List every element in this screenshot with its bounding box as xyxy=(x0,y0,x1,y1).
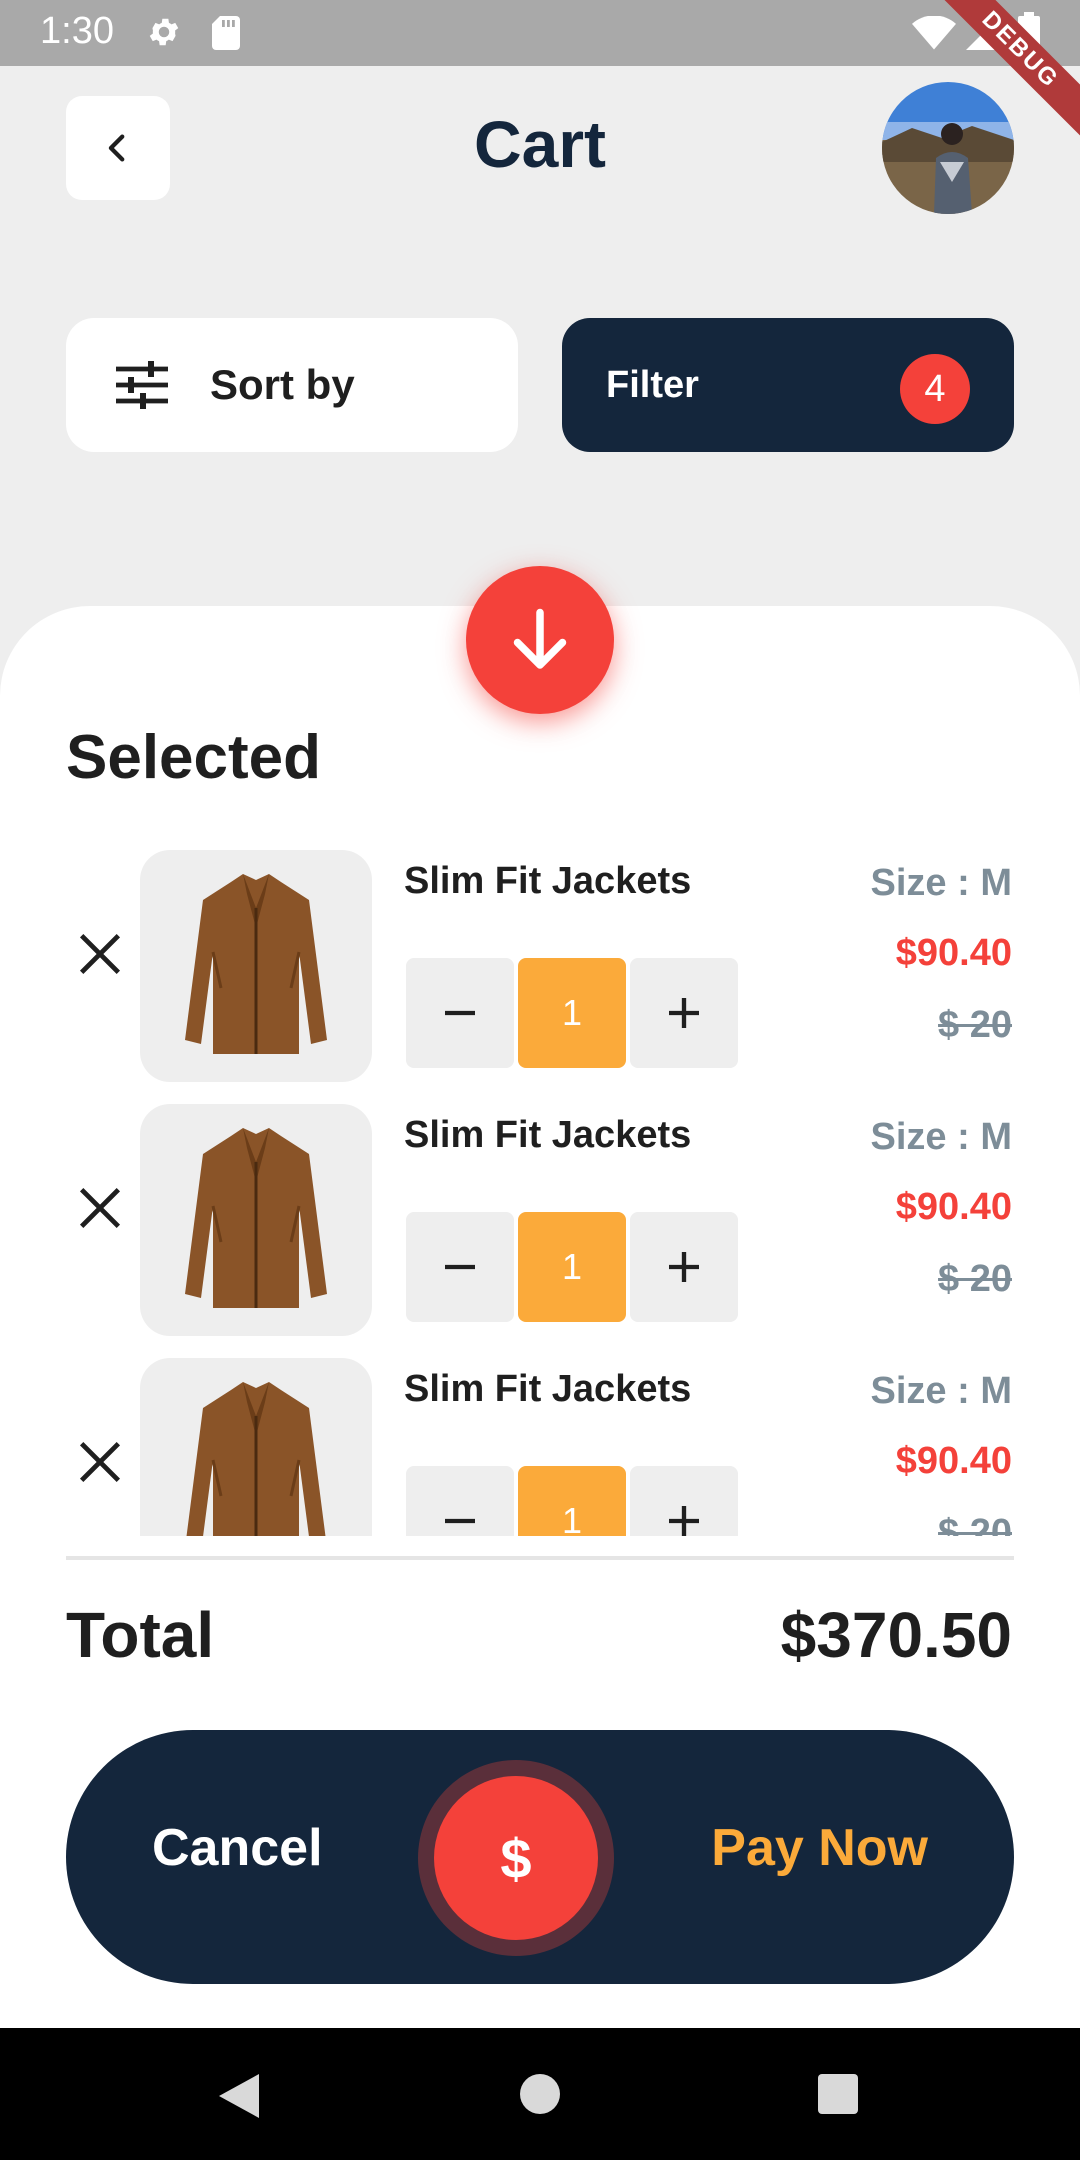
product-image xyxy=(140,850,372,1082)
filter-count-badge: 4 xyxy=(900,354,970,424)
status-bar: 1:30 xyxy=(0,0,1080,66)
jacket-icon xyxy=(186,1382,326,1536)
filter-label: Filter xyxy=(606,363,699,406)
increment-button[interactable] xyxy=(630,1466,738,1536)
item-name: Slim Fit Jackets xyxy=(404,860,692,902)
pay-slider-handle[interactable]: $ xyxy=(434,1776,598,1940)
pay-now-button[interactable]: Pay Now xyxy=(711,1818,928,1878)
cart-item-list[interactable]: Slim Fit Jackets 1 Size : M $90.40 $ 20 … xyxy=(0,840,1080,1536)
item-price: $90.40 xyxy=(895,932,1012,974)
decrement-button[interactable] xyxy=(406,1212,514,1322)
minus-icon xyxy=(445,1010,475,1016)
jacket-icon xyxy=(185,1128,327,1308)
quantity-value: 1 xyxy=(518,958,626,1068)
item-old-price: $ 20 xyxy=(938,1258,1012,1300)
collapse-button[interactable] xyxy=(466,566,614,714)
item-price: $90.40 xyxy=(895,1186,1012,1228)
cart-item: Slim Fit Jackets 1 Size : M $90.40 $ 20 xyxy=(0,1094,1080,1336)
avatar-photo-icon xyxy=(882,82,1014,214)
item-old-price: $ 20 xyxy=(938,1512,1012,1536)
product-image xyxy=(140,1358,372,1536)
item-size: Size : M xyxy=(870,1370,1012,1412)
nav-back-icon[interactable] xyxy=(218,2074,260,2118)
sliders-icon xyxy=(116,361,168,409)
quantity-value: 1 xyxy=(518,1212,626,1322)
payment-bar: Cancel $ Pay Now xyxy=(66,1730,1014,1984)
close-icon[interactable] xyxy=(78,1440,122,1484)
wifi-icon xyxy=(912,16,956,50)
total-value: $370.50 xyxy=(780,1599,1012,1671)
section-title: Selected xyxy=(66,723,322,792)
filter-button[interactable]: Filter 4 xyxy=(562,318,1014,452)
increment-button[interactable] xyxy=(630,958,738,1068)
increment-button[interactable] xyxy=(630,1212,738,1322)
item-size: Size : M xyxy=(870,862,1012,904)
avatar[interactable] xyxy=(882,82,1014,214)
minus-icon xyxy=(445,1518,475,1524)
cart-item: Slim Fit Jackets 1 Size : M $90.40 $ 20 xyxy=(0,840,1080,1082)
decrement-button[interactable] xyxy=(406,958,514,1068)
nav-recents-icon[interactable] xyxy=(818,2074,858,2114)
settings-gear-icon xyxy=(149,18,179,46)
plus-icon xyxy=(669,998,699,1028)
plus-icon xyxy=(669,1252,699,1282)
decrement-button[interactable] xyxy=(406,1466,514,1536)
pay-slider-ring: $ xyxy=(418,1760,614,1956)
jacket-icon xyxy=(185,874,327,1054)
nav-home-icon[interactable] xyxy=(520,2074,560,2114)
total-label: Total xyxy=(66,1599,215,1671)
plus-icon xyxy=(669,1506,699,1536)
arrow-down-icon xyxy=(513,608,567,669)
item-name: Slim Fit Jackets xyxy=(404,1368,692,1410)
sd-card-icon xyxy=(212,16,240,50)
sort-by-button[interactable]: Sort by xyxy=(66,318,518,452)
close-icon[interactable] xyxy=(78,932,122,976)
cart-item: Slim Fit Jackets 1 Size : M $90.40 $ 20 xyxy=(0,1348,1080,1536)
product-image xyxy=(140,1104,372,1336)
item-price: $90.40 xyxy=(895,1440,1012,1482)
item-name: Slim Fit Jackets xyxy=(404,1114,692,1156)
cancel-button[interactable]: Cancel xyxy=(152,1818,323,1878)
divider xyxy=(66,1556,1014,1560)
sort-by-label: Sort by xyxy=(210,361,355,408)
item-old-price: $ 20 xyxy=(938,1004,1012,1046)
minus-icon xyxy=(445,1264,475,1270)
close-icon[interactable] xyxy=(78,1186,122,1230)
system-nav-bar xyxy=(0,2028,1080,2160)
status-time: 1:30 xyxy=(40,10,114,52)
quantity-value: 1 xyxy=(518,1466,626,1536)
item-size: Size : M xyxy=(870,1116,1012,1158)
